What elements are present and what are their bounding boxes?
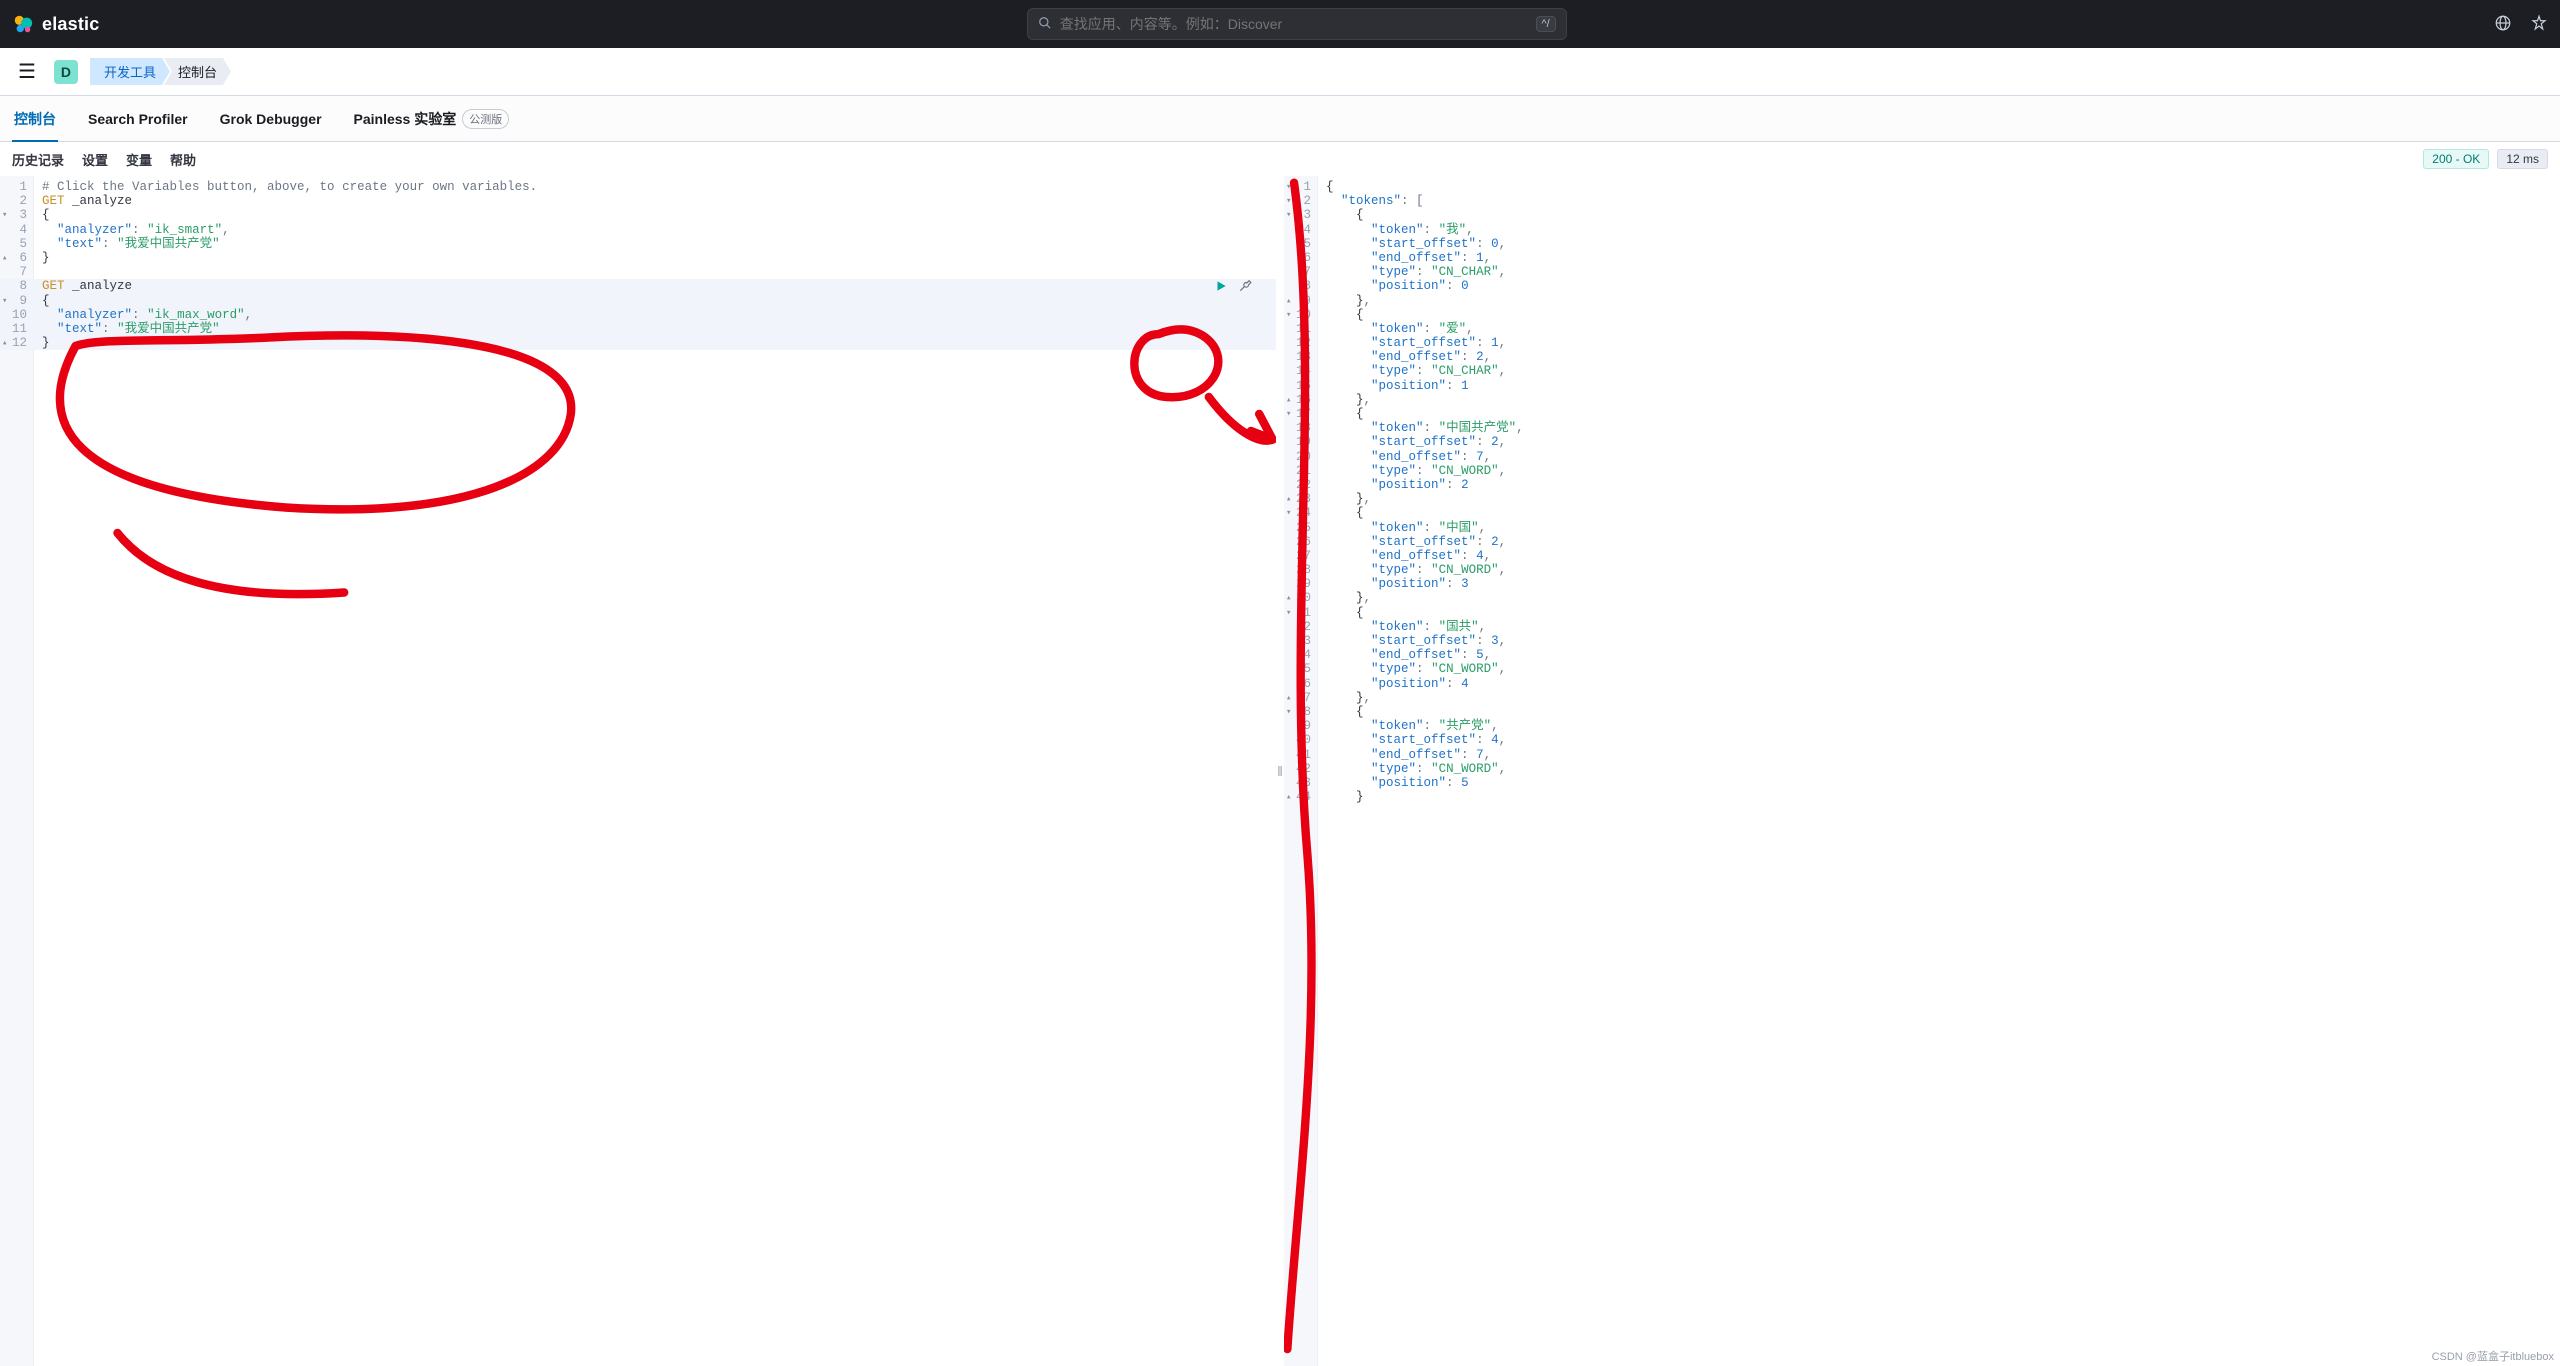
app-header: elastic ^/: [0, 0, 2560, 48]
console-toolbar: 历史记录 设置 变量 帮助 200 - OK 12 ms: [0, 142, 2560, 176]
global-search[interactable]: ^/: [1027, 8, 1567, 40]
search-icon: [1038, 16, 1052, 33]
response-code: { "tokens": [ { "token": "我", "start_off…: [1318, 176, 2560, 1366]
run-icon[interactable]: [1214, 279, 1228, 297]
app-badge[interactable]: D: [54, 60, 78, 84]
crumb-console[interactable]: 控制台: [164, 58, 231, 85]
toolbar-variables[interactable]: 变量: [126, 150, 152, 169]
elastic-logo-icon: [12, 13, 34, 35]
request-actions: [1214, 279, 1252, 297]
watermark: CSDN @蓝盒子itbluebox: [2432, 1348, 2554, 1364]
crumb-devtools[interactable]: 开发工具: [90, 58, 170, 85]
help-icon[interactable]: [2530, 14, 2548, 35]
tab-console[interactable]: 控制台: [12, 96, 58, 141]
toolbar-history[interactable]: 历史记录: [12, 150, 64, 169]
toolbar-help[interactable]: 帮助: [170, 150, 196, 169]
newsfeed-icon[interactable]: [2494, 14, 2512, 35]
beta-badge: 公测版: [462, 109, 509, 129]
editor-split: 123▾456▴789▾101112▴ # Click the Variable…: [0, 176, 2560, 1366]
search-shortcut: ^/: [1536, 16, 1556, 32]
sub-header: ☰ D 开发工具 控制台: [0, 48, 2560, 96]
response-time: 12 ms: [2497, 149, 2548, 169]
request-code[interactable]: # Click the Variables button, above, to …: [34, 176, 1276, 1366]
tab-search-profiler[interactable]: Search Profiler: [86, 96, 190, 141]
response-status: 200 - OK: [2423, 149, 2489, 169]
request-gutter: 123▾456▴789▾101112▴: [0, 176, 34, 1366]
response-gutter: 1▾2▾3▾456789▴10▾111213141516▴17▾18192021…: [1284, 176, 1318, 1366]
wrench-icon[interactable]: [1238, 279, 1252, 297]
request-editor[interactable]: 123▾456▴789▾101112▴ # Click the Variable…: [0, 176, 1276, 1366]
breadcrumb: 开发工具 控制台: [90, 58, 231, 85]
search-input[interactable]: [1060, 16, 1528, 32]
brand-text: elastic: [42, 14, 99, 35]
nav-toggle-icon[interactable]: ☰: [12, 55, 42, 88]
pane-splitter[interactable]: ‖: [1276, 176, 1284, 1366]
response-viewer[interactable]: 1▾2▾3▾456789▴10▾111213141516▴17▾18192021…: [1284, 176, 2560, 1366]
tab-grok-debugger[interactable]: Grok Debugger: [218, 96, 324, 141]
main-tabs: 控制台 Search Profiler Grok Debugger Painle…: [0, 96, 2560, 142]
toolbar-settings[interactable]: 设置: [82, 150, 108, 169]
brand-logo[interactable]: elastic: [12, 13, 99, 35]
tab-painless-lab[interactable]: Painless 实验室 公测版: [352, 96, 512, 141]
